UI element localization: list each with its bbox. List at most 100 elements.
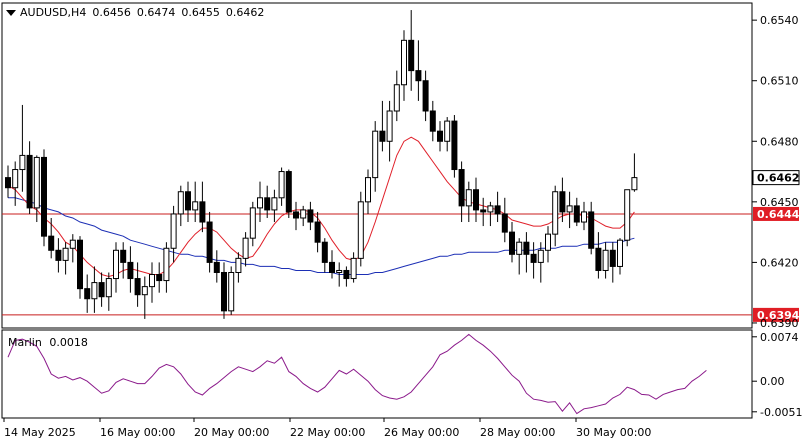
candle-body [501,213,508,233]
candle-body [494,205,501,215]
candle-body [163,247,170,282]
x-tick-label: 26 May 00:00 [384,426,459,439]
candle-body [357,201,364,259]
candle-body [98,282,105,298]
candle-body [185,191,191,211]
candle-body [573,205,580,223]
symbol-timeframe: AUDUSD,H4 [20,6,87,19]
candle-body [516,241,523,255]
candle-body [480,209,487,213]
candle-body [84,288,91,300]
chart-menu-icon[interactable] [6,10,16,16]
candle-body [624,189,631,241]
candle-body [523,241,530,255]
candle-body [206,221,213,263]
candle-body [444,120,451,142]
x-tick-label: 30 May 00:00 [576,426,651,439]
candle-body [293,211,299,219]
candle-body [487,205,494,213]
ohlc-high: 0.6474 [136,6,176,19]
x-tick-label: 14 May 2025 [4,426,76,439]
candle-body [415,70,422,82]
candle-body [329,261,335,273]
candle-body [249,207,256,239]
x-tick-label: 22 May 00:00 [290,426,365,439]
candle-body [5,177,11,189]
candle-body [588,211,595,249]
candle-body [581,211,587,223]
candle-body [242,237,249,259]
y-tick-label: 0.6390 [760,317,799,330]
candle-body [278,171,285,199]
candle-body [566,205,573,213]
candle-body [271,197,278,211]
candle-body [321,241,328,263]
candle-body [235,257,242,273]
candle-body [105,278,112,298]
candle-body [199,201,206,223]
candle-body [422,80,429,112]
candle-body [134,278,141,296]
candle-body [336,269,343,273]
current-price-label: 0.6462 [757,172,799,185]
candle-body [19,154,26,171]
candle-body [213,261,220,273]
y-tick-label: 0.6540 [760,14,799,27]
candle-body [314,221,321,243]
candle-body [559,191,566,213]
candle-body [257,197,263,209]
indicator-tick-label: 0.0074 [760,331,799,344]
candle-body [429,110,436,132]
candle-body [307,209,314,223]
candle-body [617,239,623,267]
candle-body [350,257,357,280]
candle-body [545,233,551,251]
candle-body [372,130,379,179]
candle-body [48,235,55,251]
candle-body [393,84,400,112]
candle-body [437,130,443,142]
candle-body [343,269,350,280]
y-tick-label: 0.6450 [760,196,799,209]
candle-body [530,253,537,263]
indicator-tick-label: -0.0051 [760,406,802,419]
candle-body [12,169,19,189]
candle-body [285,171,292,213]
candle-body [509,231,515,255]
candle-body [264,197,271,211]
candle-body [451,120,458,171]
candle-body [595,247,602,271]
candle-body [33,156,40,209]
candle-body [221,271,227,312]
x-tick-label: 16 May 00:00 [100,426,175,439]
y-tick-label: 0.6510 [760,75,799,88]
candle-body [408,39,415,72]
candle-body [62,247,69,261]
candle-body [41,156,47,237]
candle-body [379,130,386,142]
ohlc-low: 0.6455 [181,6,220,19]
candle-body [141,286,148,296]
candle-body [55,249,62,261]
candle-body [127,261,134,280]
chart-svg: 0.64440.6394 0.65400.65100.64800.64500.6… [0,0,809,443]
candle-body [113,249,119,280]
x-tick-label: 28 May 00:00 [480,426,555,439]
indicator-tick-label: 0.00 [760,375,785,388]
y-tick-label: 0.6480 [760,135,799,148]
candle-body [26,154,33,209]
candle-body [170,213,177,249]
candle-body [91,282,98,300]
chart-header: AUDUSD,H4 0.6456 0.6474 0.6455 0.6462 [6,6,270,19]
level-price-label: 0.6444 [757,208,800,221]
candle-body [149,274,155,288]
y-tick-label: 0.6420 [760,256,799,269]
candle-body [177,191,184,215]
candle-body [631,177,638,191]
candle-body [465,189,472,207]
candle-body [386,110,393,142]
candle-body [228,271,235,312]
candle-body [156,274,163,282]
candle-body [458,169,465,207]
candle-body [552,191,559,235]
